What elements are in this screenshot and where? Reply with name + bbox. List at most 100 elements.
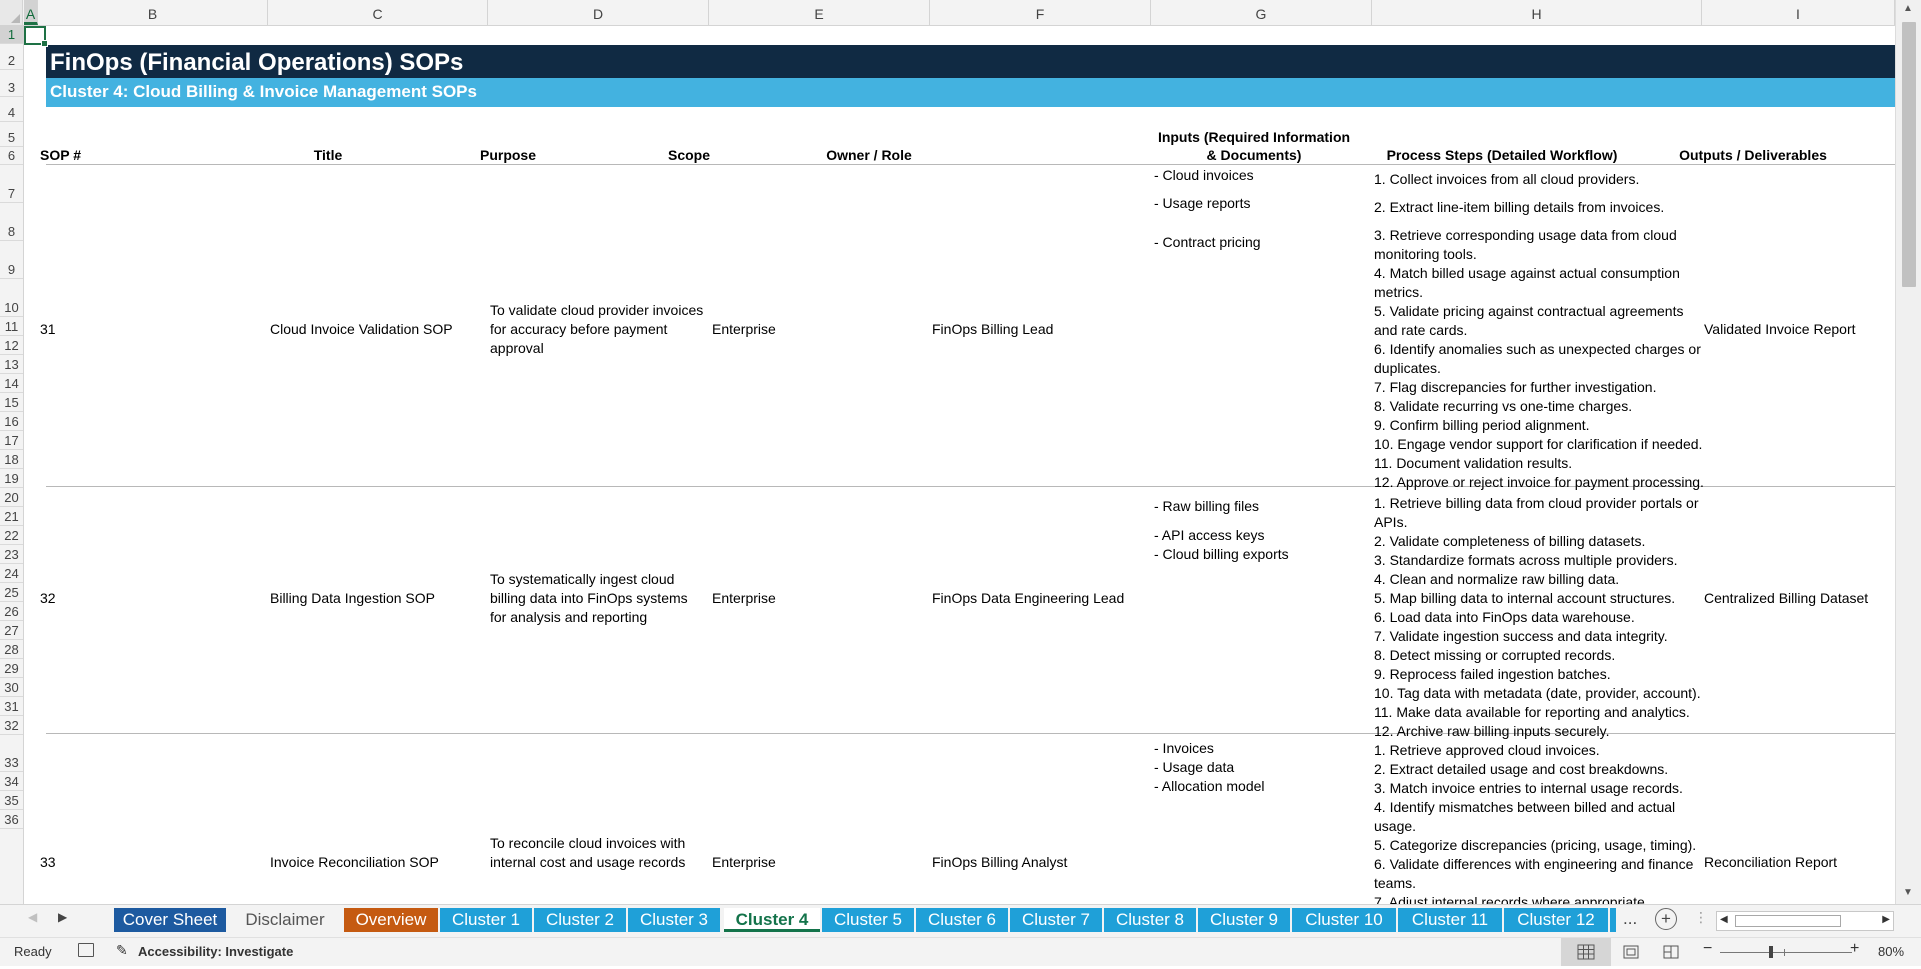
process-step-line[interactable]: and rate cards. [1374, 321, 1467, 340]
zoom-out-button[interactable]: − [1703, 940, 1712, 958]
title-cell[interactable]: Invoice Reconciliation SOP [270, 853, 439, 872]
sop-number-cell[interactable]: 32 [40, 589, 56, 608]
page-layout-view-button[interactable] [1611, 938, 1651, 966]
process-step-line[interactable]: 12. Approve or reject invoice for paymen… [1374, 473, 1704, 492]
row-header-16[interactable]: 16 [0, 412, 23, 431]
row-header-29[interactable]: 29 [0, 659, 23, 678]
column-header-D[interactable]: D [488, 0, 709, 25]
sop-number-cell[interactable]: 31 [40, 320, 56, 339]
input-item[interactable]: - Cloud billing exports [1154, 545, 1289, 564]
row-header-31[interactable]: 31 [0, 697, 23, 716]
sheet-tab-cover-sheet[interactable]: Cover Sheet [114, 908, 226, 932]
sheet-title-banner[interactable]: FinOps (Financial Operations) SOPs [46, 45, 1895, 78]
row-header-18[interactable]: 18 [0, 450, 23, 469]
row-header-26[interactable]: 26 [0, 602, 23, 621]
outputs-cell[interactable]: Reconciliation Report [1704, 853, 1837, 872]
process-step-line[interactable]: 2. Extract detailed usage and cost break… [1374, 760, 1668, 779]
process-step-line[interactable]: 3. Retrieve corresponding usage data fro… [1374, 226, 1677, 245]
row-header-28[interactable]: 28 [0, 640, 23, 659]
process-step-line[interactable]: 10. Tag data with metadata (date, provid… [1374, 684, 1701, 703]
row-header-34[interactable]: 34 [0, 772, 23, 791]
scope-cell[interactable]: Enterprise [712, 853, 776, 872]
owner-cell[interactable]: FinOps Billing Analyst [932, 853, 1067, 872]
row-header-33[interactable]: 33 [0, 735, 23, 772]
title-cell[interactable]: Cloud Invoice Validation SOP [270, 320, 453, 339]
process-step-line[interactable]: 7. Flag discrepancies for further invest… [1374, 378, 1656, 397]
row-header-35[interactable]: 35 [0, 791, 23, 810]
input-item[interactable]: - API access keys [1154, 526, 1264, 545]
zoom-slider-thumb[interactable] [1769, 946, 1773, 958]
accessibility-status[interactable]: Accessibility: Investigate [138, 944, 293, 959]
row-header-32[interactable]: 32 [0, 716, 23, 735]
scroll-up-icon[interactable]: ▲ [1896, 0, 1920, 18]
row-header-7[interactable]: 7 [0, 165, 23, 203]
sheet-tab-cluster-12[interactable]: Cluster 12 [1504, 908, 1608, 932]
scroll-right-icon[interactable]: ▶ [1882, 914, 1890, 925]
row-header-11[interactable]: 11 [0, 317, 23, 336]
page-break-view-button[interactable] [1651, 938, 1691, 966]
row-header-15[interactable]: 15 [0, 393, 23, 412]
scroll-left-icon[interactable]: ◀ [1720, 914, 1728, 925]
row-header-3[interactable]: 3 [0, 70, 23, 97]
process-step-line[interactable]: 3. Match invoice entries to internal usa… [1374, 779, 1683, 798]
column-header-G[interactable]: G [1151, 0, 1372, 25]
process-step-line[interactable]: usage. [1374, 817, 1416, 836]
row-header-22[interactable]: 22 [0, 526, 23, 545]
process-step-line[interactable]: metrics. [1374, 283, 1423, 302]
owner-cell[interactable]: FinOps Billing Lead [932, 320, 1053, 339]
cluster-subtitle-banner[interactable]: Cluster 4: Cloud Billing & Invoice Manag… [46, 78, 1895, 107]
row-header-14[interactable]: 14 [0, 374, 23, 393]
row-header-9[interactable]: 9 [0, 241, 23, 279]
column-header-C[interactable]: C [268, 0, 488, 25]
input-item[interactable]: - Invoices [1154, 739, 1214, 758]
process-step-line[interactable]: 1. Retrieve approved cloud invoices. [1374, 741, 1600, 760]
process-step-line[interactable]: 9. Confirm billing period alignment. [1374, 416, 1590, 435]
column-header-I[interactable]: I [1702, 0, 1895, 25]
sop-number-cell[interactable]: 33 [40, 853, 56, 872]
row-header-21[interactable]: 21 [0, 507, 23, 526]
owner-cell[interactable]: FinOps Data Engineering Lead [932, 589, 1124, 608]
tab-scroll-left-icon[interactable]: ◀ [28, 910, 37, 924]
process-step-line[interactable]: 2. Validate completeness of billing data… [1374, 532, 1645, 551]
process-step-line[interactable]: 12. Archive raw billing inputs securely. [1374, 722, 1610, 741]
process-step-line[interactable]: 4. Clean and normalize raw billing data. [1374, 570, 1619, 589]
normal-view-button[interactable] [1561, 938, 1611, 966]
process-step-line[interactable]: 8. Detect missing or corrupted records. [1374, 646, 1615, 665]
row-header-23[interactable]: 23 [0, 545, 23, 564]
header-sop-number[interactable]: SOP # [36, 128, 210, 164]
process-step-line[interactable]: 7. Validate ingestion success and data i… [1374, 627, 1668, 646]
horizontal-scrollbar[interactable]: ◀ ▶ [1716, 911, 1894, 931]
process-step-line[interactable]: 5. Map billing data to internal account … [1374, 589, 1675, 608]
process-step-line[interactable]: teams. [1374, 874, 1416, 893]
zoom-in-button[interactable]: + [1850, 940, 1859, 958]
row-header-8[interactable]: 8 [0, 203, 23, 241]
sheet-tab-overview[interactable]: Overview [344, 908, 438, 932]
process-step-line[interactable]: 2. Extract line-item billing details fro… [1374, 198, 1664, 217]
purpose-cell[interactable]: To systematically ingest cloud billing d… [490, 570, 705, 627]
sheet-tab-cluster-9[interactable]: Cluster 9 [1198, 908, 1290, 932]
row-header-4[interactable]: 4 [0, 97, 23, 122]
process-step-line[interactable]: 7. Adjust internal records where appropr… [1374, 893, 1649, 904]
row-header-27[interactable]: 27 [0, 621, 23, 640]
scope-cell[interactable]: Enterprise [712, 589, 776, 608]
row-header-25[interactable]: 25 [0, 583, 23, 602]
input-item[interactable]: - Usage data [1154, 758, 1234, 777]
add-sheet-icon[interactable]: + [1655, 908, 1677, 930]
input-item[interactable]: - Cloud invoices [1154, 166, 1254, 185]
row-header-17[interactable]: 17 [0, 431, 23, 450]
input-item[interactable]: - Contract pricing [1154, 233, 1261, 252]
process-step-line[interactable]: 8. Validate recurring vs one-time charge… [1374, 397, 1632, 416]
row-header-2[interactable]: 2 [0, 44, 23, 70]
process-step-line[interactable]: 11. Make data available for reporting an… [1374, 703, 1690, 722]
sheet-tab-cluster-1[interactable]: Cluster 1 [440, 908, 532, 932]
row-header-24[interactable]: 24 [0, 564, 23, 583]
sheet-tab-cluster-11[interactable]: Cluster 11 [1398, 908, 1502, 932]
row-header-30[interactable]: 30 [0, 678, 23, 697]
process-step-line[interactable]: 5. Validate pricing against contractual … [1374, 302, 1683, 321]
column-header-A[interactable]: A [24, 0, 38, 25]
select-all-corner[interactable] [0, 0, 23, 25]
process-step-line[interactable]: 6. Validate differences with engineering… [1374, 855, 1693, 874]
process-step-line[interactable]: 1. Retrieve billing data from cloud prov… [1374, 494, 1699, 513]
column-header-E[interactable]: E [709, 0, 930, 25]
more-sheets-button[interactable]: ... [1623, 909, 1637, 929]
